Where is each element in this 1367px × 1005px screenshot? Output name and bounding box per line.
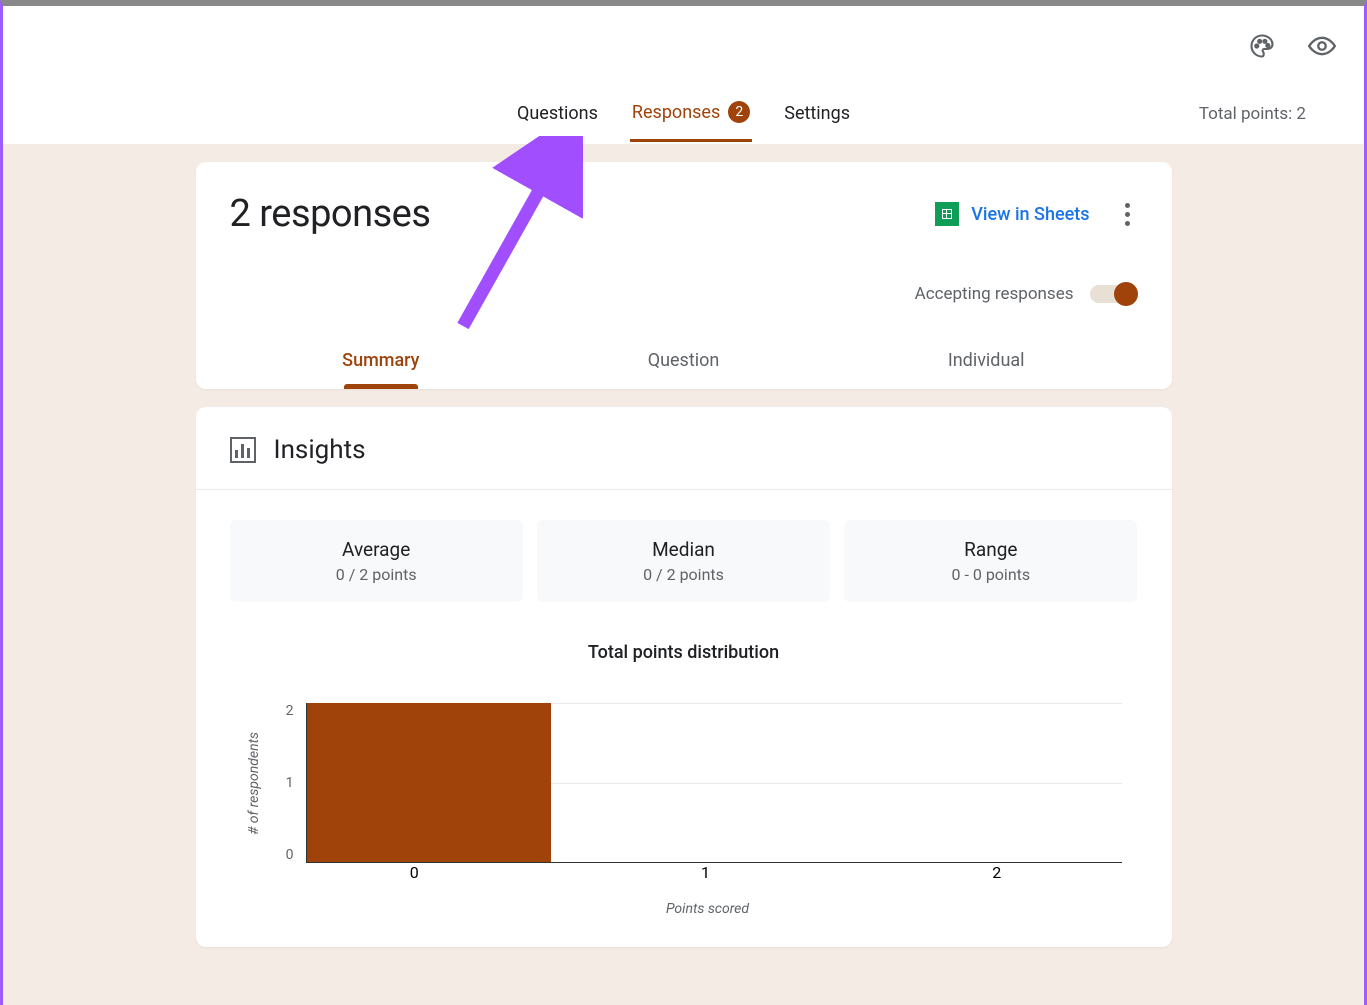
subtab-summary[interactable]: Summary <box>230 338 533 389</box>
stats-row: Average 0 / 2 points Median 0 / 2 points… <box>196 490 1172 602</box>
total-points-label: Total points: 2 <box>1199 104 1306 124</box>
bar-0 <box>307 703 552 862</box>
tab-responses[interactable]: Responses 2 <box>630 85 752 142</box>
responses-title: 2 responses <box>230 192 431 236</box>
ytick-1: 1 <box>274 775 294 791</box>
chart-plot <box>306 703 1122 863</box>
stat-average-value: 0 / 2 points <box>230 565 523 584</box>
stat-median-value: 0 / 2 points <box>537 565 830 584</box>
preview-eye-icon[interactable] <box>1308 32 1336 60</box>
view-in-sheets-label: View in Sheets <box>971 204 1089 225</box>
chart-yaxis: 2 1 0 <box>274 703 294 863</box>
sheets-icon <box>935 202 959 226</box>
subtab-question[interactable]: Question <box>532 338 835 389</box>
ytick-0: 0 <box>274 847 294 863</box>
xtick-1: 1 <box>701 863 710 882</box>
chart-xlabel: Points scored <box>294 901 1122 917</box>
stat-average-label: Average <box>230 538 523 561</box>
xtick-2: 2 <box>992 863 1001 882</box>
stat-range: Range 0 - 0 points <box>844 520 1137 602</box>
insights-icon <box>230 437 256 463</box>
page-background: 2 responses View in Sheets Accepting res… <box>3 144 1364 1005</box>
toggle-knob <box>1114 282 1138 306</box>
stat-average: Average 0 / 2 points <box>230 520 523 602</box>
tab-responses-label: Responses <box>632 102 720 123</box>
chart-xaxis: 0 1 2 <box>290 863 1122 881</box>
stat-range-label: Range <box>844 538 1137 561</box>
insights-card: Insights Average 0 / 2 points Median 0 /… <box>196 407 1172 947</box>
tab-questions[interactable]: Questions <box>515 87 600 140</box>
accepting-responses-label: Accepting responses <box>915 284 1074 304</box>
tab-settings[interactable]: Settings <box>782 87 852 140</box>
insights-title: Insights <box>274 435 366 465</box>
xtick-0: 0 <box>410 863 419 882</box>
more-options-button[interactable] <box>1118 199 1138 229</box>
palette-icon[interactable] <box>1248 32 1276 60</box>
subtab-individual[interactable]: Individual <box>835 338 1138 389</box>
top-bar <box>3 6 1364 84</box>
view-in-sheets-button[interactable]: View in Sheets <box>935 202 1089 226</box>
stat-median: Median 0 / 2 points <box>537 520 830 602</box>
chart-section: Total points distribution # of responden… <box>196 602 1172 947</box>
accepting-responses-toggle[interactable] <box>1090 285 1134 303</box>
stat-median-label: Median <box>537 538 830 561</box>
main-tabs-row: Questions Responses 2 Settings Total poi… <box>3 84 1364 144</box>
responses-card: 2 responses View in Sheets Accepting res… <box>196 162 1172 389</box>
ytick-2: 2 <box>274 703 294 719</box>
stat-range-value: 0 - 0 points <box>844 565 1137 584</box>
chart-title: Total points distribution <box>246 642 1122 663</box>
responses-count-badge: 2 <box>728 101 750 123</box>
chart-ylabel: # of respondents <box>246 703 262 863</box>
